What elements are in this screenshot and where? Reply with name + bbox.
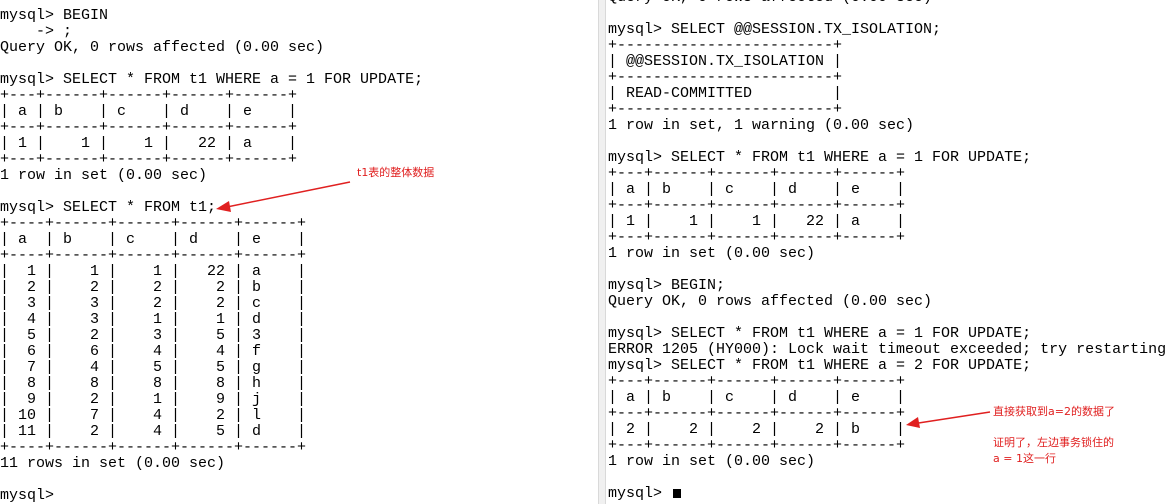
terminal-line: | a | b | c | d | e | [0, 103, 298, 120]
terminal-line: | 5 | 2 | 3 | 5 | 3 | [0, 327, 307, 344]
terminal-line: | 6 | 6 | 4 | 4 | f | [0, 343, 307, 360]
window-divider [598, 0, 606, 504]
terminal-line: | 11 | 2 | 4 | 5 | d | [0, 423, 307, 440]
terminal-line: | 4 | 3 | 1 | 1 | d | [0, 311, 307, 328]
terminal-line: | 2 | 2 | 2 | 2 | b | [608, 421, 906, 438]
terminal-line: | a | b | c | d | e | [608, 181, 906, 198]
terminal-line: +----+------+------+------+------+ [0, 215, 307, 232]
annotation-right-note-3: a = 1这一行 [993, 452, 1056, 465]
terminal-line: 1 row in set (0.00 sec) [608, 453, 816, 470]
terminal-line: +---+------+------+------+------+ [0, 151, 298, 168]
terminal-line: | a | b | c | d | e | [0, 231, 307, 248]
terminal-line: mysql> SELECT * FROM t1 WHERE a = 2 FOR … [608, 357, 1032, 374]
terminal-line: +------------------------+ [608, 101, 843, 118]
annotation-right-note-1: 直接获取到a=2的数据了 [993, 405, 1115, 418]
terminal-line: -> ; [0, 23, 73, 40]
terminal-line: +---+------+------+------+------+ [608, 197, 906, 214]
terminal-line: mysql> SELECT @@SESSION.TX_ISOLATION; [608, 21, 942, 38]
terminal-line: +---+------+------+------+------+ [608, 229, 906, 246]
terminal-line: Query OK, 0 rows affected (0.00 sec) [608, 0, 932, 6]
terminal-line: | 8 | 8 | 8 | 8 | h | [0, 375, 307, 392]
terminal-line: Query OK, 0 rows affected (0.00 sec) [608, 293, 933, 310]
text-cursor [673, 489, 682, 498]
terminal-line: +---+------+------+------+------+ [608, 165, 906, 182]
terminal-line: | 1 | 1 | 1 | 22 | a | [608, 213, 906, 230]
terminal-line: | a | b | c | d | e | [608, 389, 906, 406]
terminal-line: mysql> SELECT * FROM t1 WHERE a = 1 FOR … [0, 71, 424, 88]
terminal-line: mysql> SELECT * FROM t1 WHERE a = 1 FOR … [608, 149, 1032, 166]
left-terminal-window[interactable]: mysql> BEGIN -> ; Query OK, 0 rows affect… [0, 0, 592, 504]
terminal-line: +----+------+------+------+------+ [0, 439, 307, 456]
annotation-left-note: t1表的整体数据 [357, 166, 435, 179]
right-terminal-window[interactable]: Query OK, 0 rows affected (0.00 sec)mysq… [608, 0, 1172, 504]
terminal-line: ERROR 1205 (HY000): Lock wait timeout ex… [608, 341, 1167, 358]
terminal-line: +---+------+------+------+------+ [0, 119, 298, 136]
terminal-line: 11 rows in set (0.00 sec) [0, 455, 226, 472]
terminal-line: Query OK, 0 rows affected (0.00 sec) [0, 39, 325, 56]
terminal-line: | 9 | 2 | 1 | 9 | j | [0, 391, 307, 408]
terminal-line: +---+------+------+------+------+ [0, 87, 298, 104]
terminal-line: mysql> SELECT * FROM t1 WHERE a = 1 FOR … [608, 325, 1032, 342]
terminal-line: +----+------+------+------+------+ [0, 247, 307, 264]
terminal-line: mysql> BEGIN [0, 7, 109, 24]
terminal-line: | 2 | 2 | 2 | 2 | b | [0, 279, 307, 296]
terminal-line: 1 row in set (0.00 sec) [0, 167, 208, 184]
terminal-line: +------------------------+ [608, 37, 843, 54]
terminal-line: mysql> [0, 487, 55, 504]
terminal-line: +---+------+------+------+------+ [608, 373, 906, 390]
terminal-line: | 10 | 7 | 4 | 2 | l | [0, 407, 307, 424]
terminal-line: +---+------+------+------+------+ [608, 437, 906, 454]
terminal-line: mysql> BEGIN; [608, 277, 726, 294]
terminal-line: +---+------+------+------+------+ [608, 405, 906, 422]
terminal-line: | READ-COMMITTED | [608, 85, 843, 102]
terminal-line: +------------------------+ [608, 69, 843, 86]
annotation-right-note-2: 证明了，左边事务锁住的 [993, 436, 1114, 449]
terminal-line: | @@SESSION.TX_ISOLATION | [608, 53, 843, 70]
terminal-line: 1 row in set (0.00 sec) [608, 245, 816, 262]
terminal-line: | 3 | 3 | 2 | 2 | c | [0, 295, 307, 312]
terminal-line: mysql> SELECT * FROM t1; [0, 199, 217, 216]
terminal-prompt-line[interactable]: mysql> [608, 486, 682, 502]
terminal-line: | 7 | 4 | 5 | 5 | g | [0, 359, 307, 376]
terminal-line: 1 row in set, 1 warning (0.00 sec) [608, 117, 915, 134]
terminal-line: | 1 | 1 | 1 | 22 | a | [0, 263, 307, 280]
terminal-line: | 1 | 1 | 1 | 22 | a | [0, 135, 298, 152]
